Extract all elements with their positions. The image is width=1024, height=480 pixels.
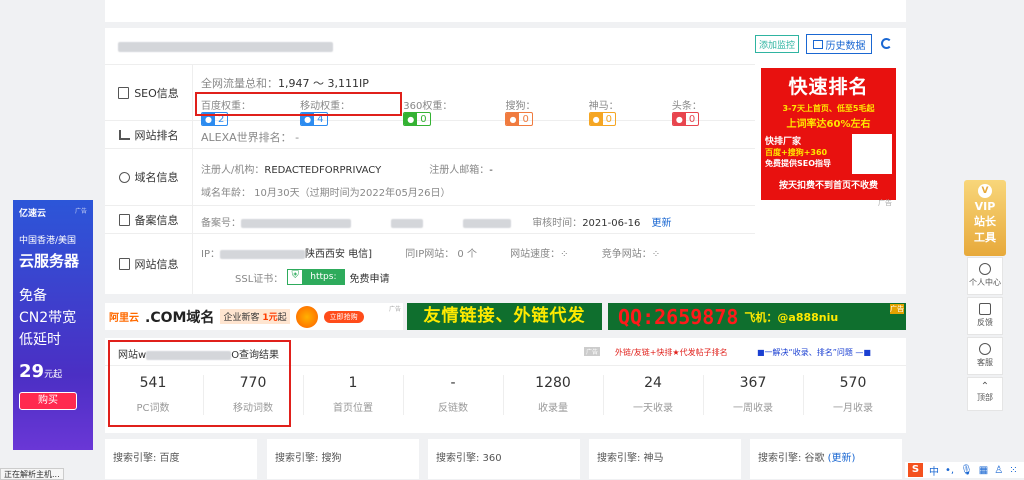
yisu-cloud-ad[interactable]: 亿速云 广告 中国香港/美国 云服务器 免备 CN2带宽 低延时 29元起 购买 xyxy=(13,200,93,450)
keyboard-icon: ▦ xyxy=(978,464,989,476)
headset-icon xyxy=(979,343,991,355)
domain-age: 域名年龄： 10月30天（过期时间为2022年05月26日） xyxy=(201,188,451,199)
site-icon xyxy=(118,258,130,270)
icp-update-link[interactable]: 更新 xyxy=(652,218,672,229)
stat-item: 1 首页位置 xyxy=(303,375,403,414)
shirt-icon: ♙ xyxy=(994,464,1004,476)
site-info-row: 网站信息 IP： 陕西西安 电信] 同IP网站： 0 个 网站速度：⁘ 竞争网站：… xyxy=(105,234,755,294)
top-card xyxy=(105,0,906,22)
buy-button[interactable]: 购买 xyxy=(19,392,77,410)
service-button[interactable]: 客服 xyxy=(967,337,1003,375)
stat-divider xyxy=(503,375,504,415)
stat-divider xyxy=(303,375,304,415)
history-icon xyxy=(812,39,823,49)
stat-label: 反链数 xyxy=(438,403,468,414)
engine-card: 搜索引擎: 神马 xyxy=(589,439,741,479)
engine-card: 搜索引擎: 搜狗 xyxy=(267,439,419,479)
engine-update-link[interactable]: (更新) xyxy=(828,453,856,464)
seo-label: SEO信息 xyxy=(134,86,179,100)
back-to-top-button[interactable]: ⌃ 顶部 xyxy=(967,377,1003,411)
stat-divider xyxy=(703,375,704,415)
engine-title: 搜索引擎: 神马 xyxy=(597,453,664,464)
site-url-blurred xyxy=(118,40,333,53)
shield-icon: ⛨ xyxy=(291,270,300,281)
engine-card: 搜索引擎: 360 xyxy=(428,439,580,479)
highlight-box-stats xyxy=(108,340,291,427)
stat-value: 367 xyxy=(739,375,767,391)
stat-label: 收录量 xyxy=(538,403,568,414)
stat-label: 一月收录 xyxy=(833,403,873,414)
stat-item: 24 一天收录 xyxy=(603,375,703,414)
stat-label: 一周收录 xyxy=(733,403,773,414)
registrant: REDACTEDFORPRIVACY xyxy=(264,165,382,176)
mic-icon: 🎙 xyxy=(960,464,973,476)
loading-icon: ⁘ xyxy=(560,249,569,260)
stat-value: - xyxy=(450,375,456,391)
review-time: 2021-06-16 xyxy=(582,218,641,229)
globe-icon xyxy=(118,171,130,183)
grid-icon: ⁙ xyxy=(1009,464,1018,476)
bar-chart-icon xyxy=(118,129,130,140)
record-icon xyxy=(118,213,130,226)
stat-item: 1280 收录量 xyxy=(503,375,603,414)
solve-index-ad[interactable]: ■一解决“收录、排名”问题 —■ xyxy=(757,347,871,358)
browser-status: 正在解析主机... xyxy=(0,468,64,480)
traffic-value: 1,947 ～ 3,111IP xyxy=(278,77,369,90)
stat-value: 570 xyxy=(839,375,867,391)
engine-title: 搜索引擎: 百度 xyxy=(113,453,180,464)
history-data-button[interactable]: 历史数据 xyxy=(806,34,872,54)
loading-icon: ⁘ xyxy=(651,249,661,260)
external-link-ad[interactable]: 外链/友链+快排★代发帖子排名 xyxy=(615,347,728,358)
engine-card: 搜索引擎: 谷歌 (更新) xyxy=(750,439,902,479)
ssl-badge[interactable]: ⛨ https: xyxy=(287,269,346,285)
stat-value: 24 xyxy=(644,375,662,391)
vip-tool-button[interactable]: V VIP 站长 工具 xyxy=(964,180,1006,256)
punctuation-icon: •, xyxy=(945,464,955,476)
rank-row: 网站排名 ALEXA世界排名： - xyxy=(105,121,755,149)
stat-label: 一天收录 xyxy=(633,403,673,414)
stat-value: 1 xyxy=(348,375,358,391)
fast-rank-ad[interactable]: 快速排名 3-7天上首页、低至5毛起 上词率达60%左右 快排厂家 百度+搜狗+… xyxy=(761,68,896,200)
alexa-rank: ALEXA世界排名： - xyxy=(201,131,300,144)
sogou-icon: S xyxy=(908,463,923,477)
friend-link-banner[interactable]: 友情链接、外链代发 xyxy=(407,303,602,330)
ssl-apply-link[interactable]: 免费申请 xyxy=(349,270,389,285)
buy-now-button[interactable]: 立即抢购 xyxy=(323,310,364,323)
stat-value: 1280 xyxy=(535,375,571,391)
stat-divider xyxy=(403,375,404,415)
stat-item: - 反链数 xyxy=(403,375,503,414)
stat-divider xyxy=(603,375,604,415)
doc-icon xyxy=(118,86,130,99)
vip-icon: V xyxy=(978,184,992,198)
engine-title: 搜索引擎: 搜狗 xyxy=(275,453,342,464)
stat-item: 570 一月收录 xyxy=(803,375,903,414)
add-monitor-button[interactable]: 添加监控 xyxy=(755,35,799,53)
ip-location: 陕西西安 电信] xyxy=(304,249,373,260)
domain-row: 域名信息 注册人/机构：REDACTEDFORPRIVACY 注册人邮箱：- 域名… xyxy=(105,149,755,206)
stat-label: 首页位置 xyxy=(333,403,373,414)
feedback-icon xyxy=(979,303,991,315)
user-center-button[interactable]: 个人中心 xyxy=(967,257,1003,295)
engine-card: 搜索引擎: 百度 xyxy=(105,439,257,479)
highlight-box-weights xyxy=(195,92,402,116)
stat-item: 367 一周收录 xyxy=(703,375,803,414)
stat-divider xyxy=(803,375,804,415)
yisu-logo: 亿速云 xyxy=(19,209,47,219)
feedback-button[interactable]: 反馈 xyxy=(967,297,1003,335)
engine-title: 搜索引擎: 360 xyxy=(436,453,502,464)
fireworks-graphic xyxy=(295,305,318,328)
aliyun-banner[interactable]: 阿里云 .COM域名 企业新客 1元起 立即抢购 广告 xyxy=(105,303,403,330)
refresh-icon[interactable] xyxy=(881,38,892,49)
user-icon xyxy=(979,263,991,275)
icp-row: 备案信息 备案号： 审核时间：2021-06-16 更新 xyxy=(105,206,755,234)
qq-banner[interactable]: QQ:2659878 飞机：@a888niu 广告 xyxy=(608,303,906,330)
qr-code xyxy=(852,134,892,174)
arrow-up-icon: ⌃ xyxy=(980,381,990,392)
engine-title: 搜索引擎: 谷歌 xyxy=(758,453,825,464)
ime-toolbar[interactable]: S 中 •, 🎙 ▦ ♙ ⁙ xyxy=(905,462,1024,478)
